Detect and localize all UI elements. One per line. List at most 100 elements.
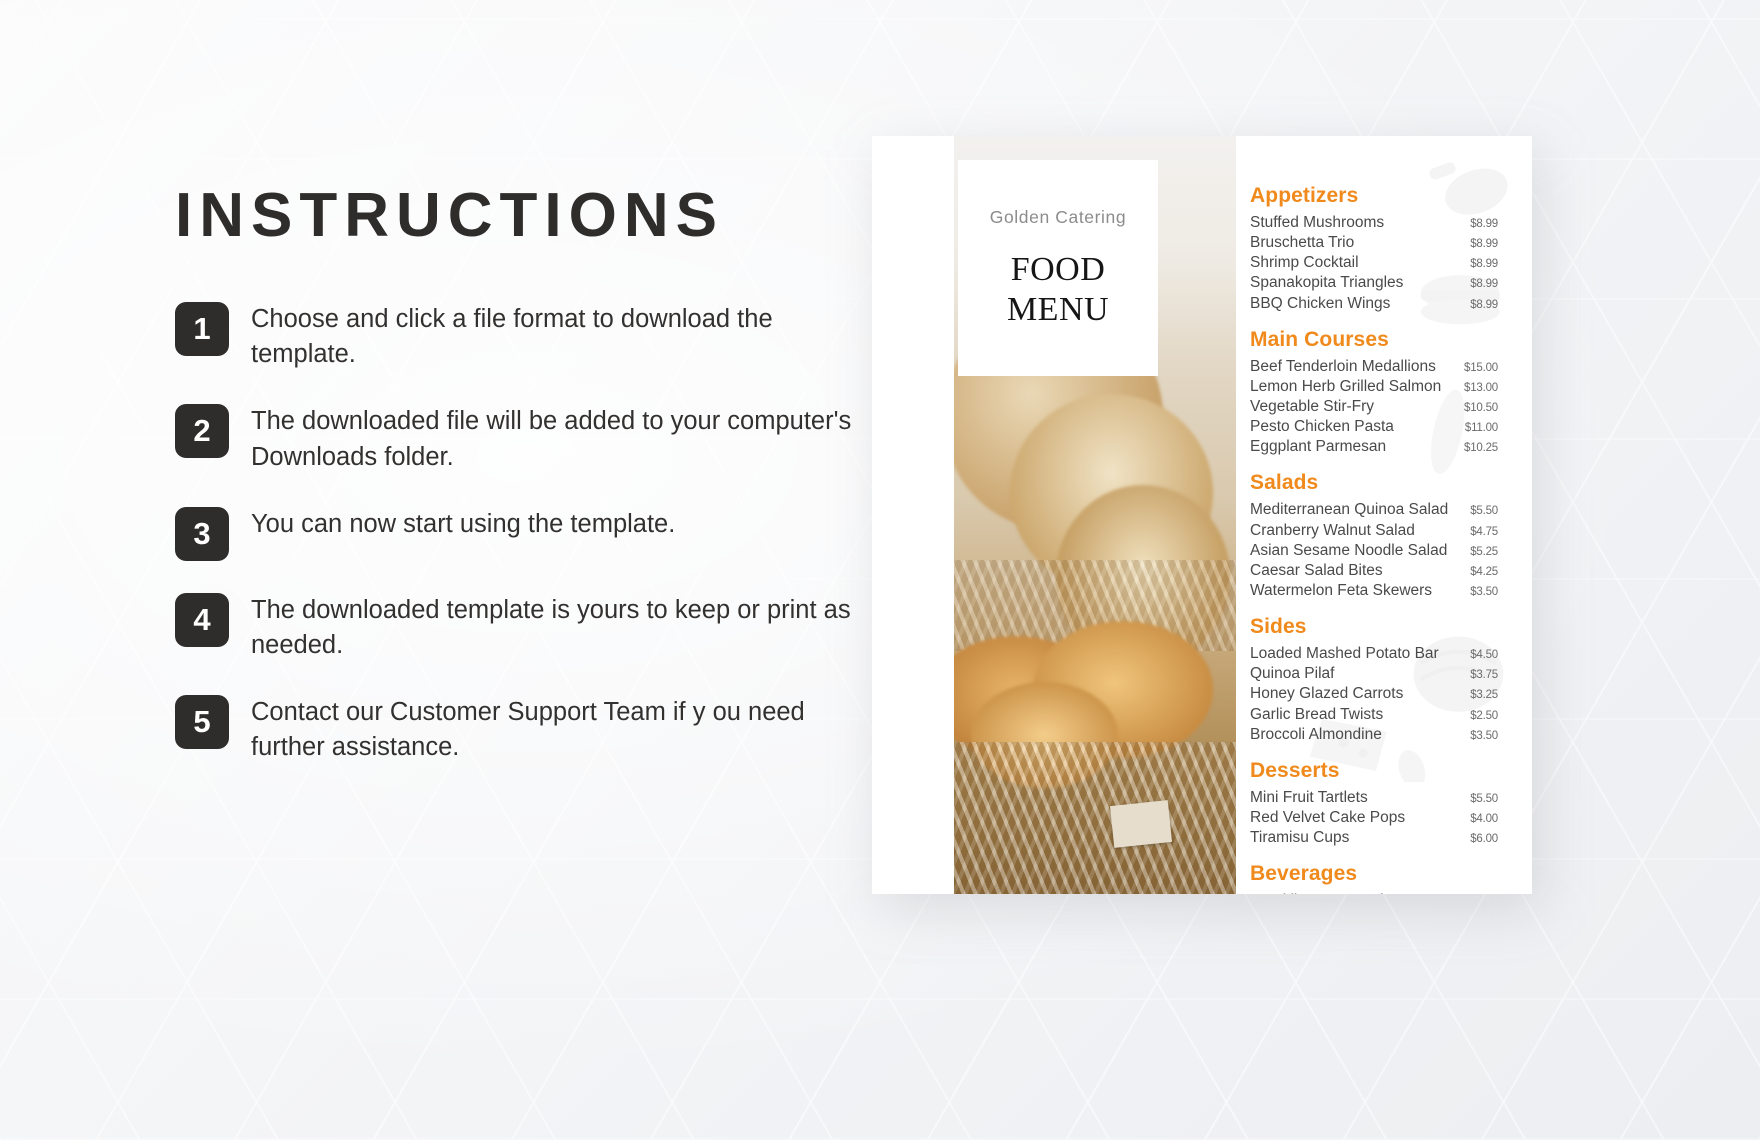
menu-item-row: Asian Sesame Noodle Salad $5.25: [1250, 541, 1498, 561]
menu-item-row: Mini Fruit Tartlets $5.50: [1250, 788, 1498, 808]
menu-item-price: $8.99: [1470, 238, 1498, 251]
menu-item-price: $2.50: [1470, 709, 1498, 722]
menu-section-title: Salads: [1250, 471, 1319, 495]
menu-section: Sides Loaded Mashed Potato Bar $4.50 Quinoa…: [1250, 615, 1498, 745]
menu-section: Salads Mediterranean Quinoa Salad $5.50 Cra…: [1250, 471, 1498, 601]
menu-item-name: Mediterranean Quinoa Salad: [1250, 501, 1449, 519]
menu-item-row: Caesar Salad Bites $4.25: [1250, 561, 1498, 581]
food-menu-card: Golden Catering FOOD MENU Appetizers Stu…: [872, 136, 1532, 894]
menu-item-name: Stuffed Mushrooms: [1250, 214, 1385, 231]
menu-heading: FOOD MENU: [1007, 250, 1109, 329]
menu-item-row: Bruschetta Trio $8.99: [1250, 233, 1498, 253]
menu-item-price: $3.25: [1470, 689, 1498, 702]
menu-photo-tag: [1109, 800, 1172, 848]
menu-item-price: $10.50: [1464, 401, 1498, 414]
step-number-badge: 5: [175, 695, 229, 750]
instruction-step: 2 The downloaded file will be added to yo…: [175, 401, 895, 474]
brand-name: Golden Catering: [989, 207, 1127, 228]
menu-item-row: Tiramisu Cups $6.00: [1250, 828, 1498, 848]
menu-item-price: $5.50: [1470, 505, 1498, 518]
menu-item-price: $3.50: [1470, 585, 1498, 598]
menu-item-price: $15.00: [1464, 361, 1498, 374]
menu-item-row: Broccoli Almondine $3.50: [1250, 725, 1498, 745]
menu-item-price: $8.99: [1470, 218, 1498, 230]
menu-item-row: BBQ Chicken Wings $8.99: [1250, 294, 1498, 314]
menu-item-name: Broccoli Almondine: [1250, 725, 1382, 743]
menu-section-title: Main Courses: [1250, 327, 1389, 351]
menu-item-row: Loaded Mashed Potato Bar $4.50: [1250, 644, 1498, 664]
menu-item-price: $4.75: [1470, 525, 1498, 538]
menu-item-price: $4.50: [1470, 649, 1498, 662]
step-number-badge: 3: [175, 506, 229, 561]
menu-item-name: Asian Sesame Noodle Salad: [1250, 541, 1448, 559]
basket-weave-lower: [954, 742, 1236, 894]
menu-item-price: $5.50: [1470, 792, 1498, 805]
menu-item-row: Beef Tenderloin Medallions $15.00: [1250, 357, 1498, 377]
instruction-step: 5 Contact our Customer Support Team if y …: [175, 692, 895, 765]
menu-section: Main Courses Beef Tenderloin Medallions $1…: [1250, 328, 1498, 458]
sections-list: Appetizers Stuffed Mushrooms $8.99 Bruschet…: [1250, 184, 1498, 894]
menu-item-name: Pesto Chicken Pasta: [1250, 418, 1394, 436]
menu-item-name: Caesar Salad Bites: [1250, 561, 1383, 579]
menu-item-name: Lemon Herb Grilled Salmon: [1250, 377, 1442, 395]
menu-item-row: Mediterranean Quinoa Salad $5.50: [1250, 500, 1498, 520]
step-text: The downloaded file will be added to you…: [251, 407, 852, 471]
menu-item-name: Spanakopita Triangles: [1250, 274, 1404, 292]
menu-title-block: Golden Catering FOOD MENU: [958, 160, 1158, 376]
menu-section-title: Beverages: [1250, 862, 1358, 886]
menu-item-row: Spanakopita Triangles $8.99: [1250, 273, 1498, 293]
step-number-badge: 2: [175, 404, 229, 459]
menu-item-row: Stuffed Mushrooms $8.99: [1250, 213, 1498, 233]
menu-section: BeveragesSparkling Lemonade$3.00Iced Cof…: [1250, 862, 1498, 894]
menu-item-price: $8.99: [1470, 278, 1498, 291]
menu-item-price: $8.99: [1470, 298, 1498, 311]
menu-section: Appetizers Stuffed Mushrooms $8.99 Bruschet…: [1250, 184, 1498, 314]
menu-item-name: Cranberry Walnut Salad: [1250, 521, 1415, 539]
instruction-step: 4 The downloaded template is yours to kee…: [175, 590, 895, 663]
menu-section-title: Appetizers: [1250, 184, 1359, 207]
step-text: Contact our Customer Support Team if y o…: [251, 698, 805, 762]
menu-item-row: Quinoa Pilaf $3.75: [1250, 664, 1498, 684]
menu-sections-column: Appetizers Stuffed Mushrooms $8.99 Bruschet…: [1236, 136, 1532, 894]
menu-item-row: Vegetable Stir-Fry $10.50: [1250, 397, 1498, 417]
menu-item-row: Sparkling Lemonade$3.00: [1250, 891, 1498, 894]
menu-item-row: Lemon Herb Grilled Salmon $13.00: [1250, 377, 1498, 397]
menu-item-name: Watermelon Feta Skewers: [1250, 581, 1433, 599]
menu-item-row: Honey Glazed Carrots $3.25: [1250, 684, 1498, 704]
menu-item-price: $3.50: [1470, 729, 1498, 742]
instruction-step: 3 You can now start using the template.: [175, 504, 895, 561]
menu-item-name: Eggplant Parmesan: [1250, 438, 1387, 456]
menu-item-name: Sparkling Lemonade: [1250, 891, 1392, 894]
menu-heading-line1: FOOD: [1010, 251, 1106, 289]
menu-section-title: Desserts: [1250, 758, 1340, 782]
menu-item-price: $6.00: [1470, 833, 1498, 846]
menu-item-row: Cranberry Walnut Salad $4.75: [1250, 521, 1498, 541]
menu-item-name: BBQ Chicken Wings: [1250, 294, 1391, 312]
instructions-panel: INSTRUCTIONS 1 Choose and click a file fo…: [175, 185, 895, 795]
menu-item-row: Red Velvet Cake Pops $4.00: [1250, 808, 1498, 828]
menu-item-name: Loaded Mashed Potato Bar: [1250, 645, 1439, 663]
menu-item-price: $10.25: [1464, 442, 1498, 455]
menu-item-row: Watermelon Feta Skewers $3.50: [1250, 581, 1498, 601]
menu-item-name: Mini Fruit Tartlets: [1250, 788, 1368, 806]
menu-item-name: Garlic Bread Twists: [1250, 705, 1384, 723]
menu-item-price: $11.00: [1464, 422, 1498, 435]
menu-item-price: $13.00: [1464, 381, 1498, 394]
menu-item-name: Honey Glazed Carrots: [1250, 685, 1404, 703]
page-title: INSTRUCTIONS: [175, 181, 724, 250]
menu-item-name: Quinoa Pilaf: [1250, 665, 1335, 683]
menu-item-name: Vegetable Stir-Fry: [1250, 397, 1375, 415]
menu-item-price: $4.25: [1470, 565, 1498, 578]
menu-item-price: $8.99: [1470, 258, 1498, 271]
instruction-step: 1 Choose and click a file format to downl…: [175, 299, 895, 372]
menu-item-row: Eggplant Parmesan $10.25: [1250, 437, 1498, 457]
menu-item-price: $3.75: [1470, 669, 1498, 682]
menu-item-row: Garlic Bread Twists $2.50: [1250, 705, 1498, 725]
menu-section: Desserts Mini Fruit Tartlets $5.50 Red Velv…: [1250, 759, 1498, 848]
menu-item-name: Tiramisu Cups: [1250, 829, 1350, 847]
menu-item-name: Bruschetta Trio: [1250, 234, 1355, 252]
menu-item-price: $4.00: [1470, 812, 1498, 825]
steps-list: 1 Choose and click a file format to downl…: [175, 299, 895, 766]
menu-item-name: Beef Tenderloin Medallions: [1250, 357, 1436, 375]
menu-item-name: Shrimp Cocktail: [1250, 254, 1359, 272]
